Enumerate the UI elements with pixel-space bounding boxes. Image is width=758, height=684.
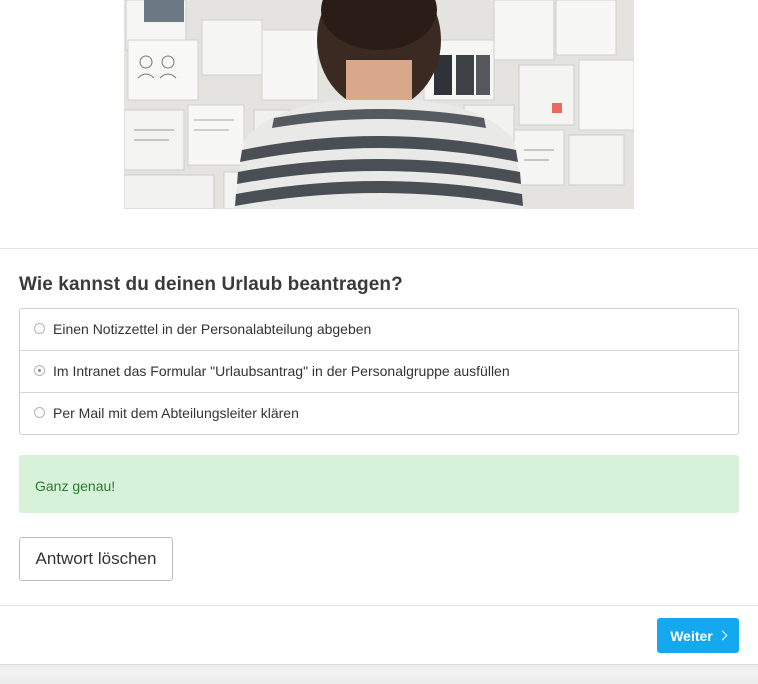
clear-answer-button[interactable]: Antwort löschen — [19, 537, 173, 581]
radio-button[interactable] — [34, 323, 45, 334]
answer-option[interactable]: Einen Notizzettel in der Personalabteilu… — [20, 309, 738, 351]
radio-button-checked[interactable] — [34, 365, 45, 376]
quiz-page: Wie kannst du deinen Urlaub beantragen? … — [0, 0, 758, 684]
feedback-success-box: Ganz genau! — [19, 455, 739, 513]
feedback-text: Ganz genau! — [35, 478, 116, 494]
next-button[interactable]: Weiter — [657, 618, 739, 653]
footer-divider — [0, 605, 758, 606]
radio-button[interactable] — [34, 407, 45, 418]
chevron-right-icon — [717, 630, 728, 640]
answer-option-label: Per Mail mit dem Abteilungsleiter klären — [53, 405, 299, 421]
answer-option-label: Einen Notizzettel in der Personalabteilu… — [53, 321, 372, 337]
answer-option-selected[interactable]: Im Intranet das Formular "Urlaubsantrag"… — [20, 351, 738, 393]
next-button-label: Weiter — [670, 627, 713, 644]
answer-option-label: Im Intranet das Formular "Urlaubsantrag"… — [53, 363, 510, 379]
section-divider — [0, 248, 758, 249]
answer-option[interactable]: Per Mail mit dem Abteilungsleiter klären — [20, 393, 738, 434]
question-title: Wie kannst du deinen Urlaub beantragen? — [19, 274, 403, 295]
answer-options: Einen Notizzettel in der Personalabteilu… — [19, 308, 739, 435]
footer-strip — [0, 664, 758, 684]
hero-image — [124, 0, 634, 209]
